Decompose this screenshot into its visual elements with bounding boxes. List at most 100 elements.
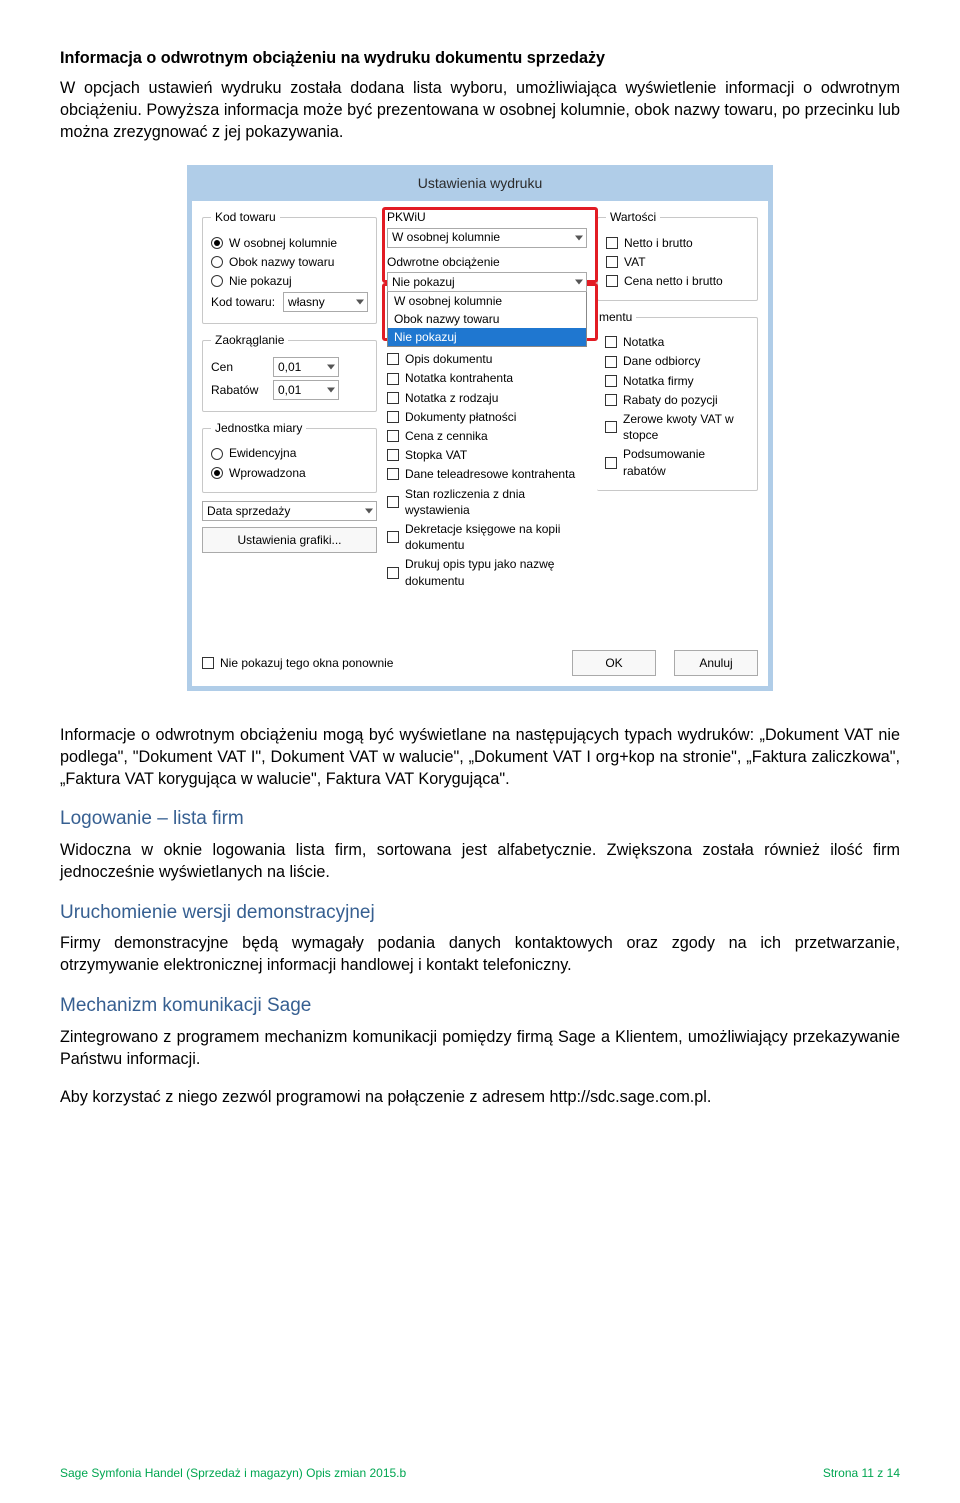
checkbox-icon <box>605 421 617 433</box>
radio-option[interactable]: Ewidencyjna <box>211 445 368 461</box>
checkbox-option[interactable]: Netto i brutto <box>606 235 749 251</box>
checkbox-option[interactable]: Stan rozliczenia z dnia wystawienia <box>387 486 587 518</box>
checkbox-option[interactable]: Podsumowanie rabatów <box>605 446 749 478</box>
checkbox-label: Notatka z rodzaju <box>405 390 498 406</box>
radio-icon <box>211 448 223 460</box>
radio-label: W osobnej kolumnie <box>229 235 337 251</box>
heading: Mechanizm komunikacji Sage <box>60 993 900 1019</box>
label: PKWiU <box>387 209 587 225</box>
checkbox-label: Podsumowanie rabatów <box>623 446 749 478</box>
odwrotne-obciazenie-select[interactable]: Nie pokazuj <box>387 272 587 292</box>
checkbox-label: Netto i brutto <box>624 235 693 251</box>
fieldset-partial: mentu Notatka Dane odbiorcy Notatka firm… <box>597 309 758 491</box>
checkbox-icon <box>387 411 399 423</box>
checkbox-option[interactable]: Dane odbiorcy <box>605 353 749 369</box>
checkbox-label: Stopka VAT <box>405 447 467 463</box>
checkbox-option[interactable]: Cena netto i brutto <box>606 273 749 289</box>
checkbox-icon <box>606 237 618 249</box>
radio-label: Nie pokazuj <box>229 273 292 289</box>
page-footer: Sage Symfonia Handel (Sprzedaż i magazyn… <box>60 1465 900 1481</box>
select-value: W osobnej kolumnie <box>392 229 500 245</box>
checkbox-option[interactable]: VAT <box>606 254 749 270</box>
chevron-down-icon <box>327 388 335 393</box>
checkbox-label: Dane odbiorcy <box>623 353 700 369</box>
checkbox-label: Opis dokumentu <box>405 351 492 367</box>
radio-option[interactable]: Obok nazwy towaru <box>211 254 368 270</box>
paragraph: Firmy demonstracyjne będą wymagały podan… <box>60 933 900 977</box>
checkbox-option[interactable]: Opis dokumentu <box>387 351 587 367</box>
heading: Uruchomienie wersji demonstracyjnej <box>60 900 900 926</box>
footer-right: Strona 11 z 14 <box>823 1465 900 1481</box>
legend: Wartości <box>606 209 660 225</box>
checkbox-icon <box>387 496 399 508</box>
checkbox-icon <box>605 457 617 469</box>
checkbox-icon <box>387 373 399 385</box>
checkbox-option[interactable]: Notatka <box>605 334 749 350</box>
kod-towaru-select[interactable]: własny <box>283 292 368 312</box>
checkbox-icon <box>605 394 617 406</box>
checkbox-option[interactable]: Notatka kontrahenta <box>387 370 587 386</box>
checkbox-option[interactable]: Dane teleadresowe kontrahenta <box>387 466 587 482</box>
radio-icon <box>211 467 223 479</box>
select-value: 0,01 <box>278 382 301 398</box>
checkbox-icon <box>605 336 617 348</box>
checkbox-option[interactable]: Rabaty do pozycji <box>605 392 749 408</box>
checkbox-option[interactable]: Drukuj opis typu jako nazwę dokumentu <box>387 556 587 588</box>
checkbox-icon <box>202 657 214 669</box>
paragraph: Zintegrowano z programem mechanizm komun… <box>60 1027 900 1071</box>
dropdown-list[interactable]: W osobnej kolumnie Obok nazwy towaru Nie… <box>387 291 587 348</box>
dropdown-option[interactable]: Nie pokazuj <box>388 328 586 346</box>
label: Cen <box>211 359 265 375</box>
radio-icon <box>211 256 223 268</box>
checkbox-label: Drukuj opis typu jako nazwę dokumentu <box>405 556 587 588</box>
checkbox-icon <box>605 356 617 368</box>
radio-option[interactable]: W osobnej kolumnie <box>211 235 368 251</box>
chevron-down-icon <box>356 300 364 305</box>
checkbox-icon <box>387 430 399 442</box>
pkwiu-select[interactable]: W osobnej kolumnie <box>387 228 587 248</box>
fieldset-jednostka: Jednostka miary Ewidencyjna Wprowadzona <box>202 420 377 493</box>
radio-label: Ewidencyjna <box>229 445 296 461</box>
checkbox-option[interactable]: Nie pokazuj tego okna ponownie <box>202 655 393 671</box>
fieldset-zaokraglanie: Zaokrąglanie Cen0,01 Rabatów0,01 <box>202 332 377 412</box>
radio-option[interactable]: Nie pokazuj <box>211 273 368 289</box>
select-value: Data sprzedaży <box>207 503 290 519</box>
footer-left: Sage Symfonia Handel (Sprzedaż i magazyn… <box>60 1465 406 1481</box>
cen-select[interactable]: 0,01 <box>273 357 339 377</box>
checkbox-label: Cena z cennika <box>405 428 488 444</box>
checkbox-option[interactable]: Dekretacje księgowe na kopii dokumentu <box>387 521 587 553</box>
fieldset-kod-towaru: Kod towaru W osobnej kolumnie Obok nazwy… <box>202 209 377 324</box>
checkbox-icon <box>606 275 618 287</box>
chevron-down-icon <box>575 279 583 284</box>
checkbox-option[interactable]: Dokumenty płatności <box>387 409 587 425</box>
checkbox-option[interactable]: Notatka z rodzaju <box>387 390 587 406</box>
checkbox-option[interactable]: Stopka VAT <box>387 447 587 463</box>
select-value: Nie pokazuj <box>392 274 455 290</box>
paragraph: W opcjach ustawień wydruku została dodan… <box>60 78 900 144</box>
cancel-button[interactable]: Anuluj <box>674 650 758 676</box>
dropdown-option[interactable]: Obok nazwy towaru <box>388 310 586 328</box>
checkbox-option[interactable]: Zerowe kwoty VAT w stopce <box>605 411 749 443</box>
legend: mentu <box>595 309 636 325</box>
ok-button[interactable]: OK <box>572 650 656 676</box>
fieldset-wartosci: Wartości Netto i brutto VAT Cena netto i… <box>597 209 758 301</box>
ustawienia-grafiki-button[interactable]: Ustawienia grafiki... <box>202 527 377 553</box>
checkbox-label: Rabaty do pozycji <box>623 392 718 408</box>
checkbox-icon <box>387 567 399 579</box>
checkbox-option[interactable]: Notatka firmy <box>605 373 749 389</box>
data-sprzedazy-select[interactable]: Data sprzedaży <box>202 501 377 521</box>
paragraph: Informacje o odwrotnym obciążeniu mogą b… <box>60 725 900 791</box>
rabatow-select[interactable]: 0,01 <box>273 380 339 400</box>
checkbox-option[interactable]: Cena z cennika <box>387 428 587 444</box>
checkbox-label: Notatka kontrahenta <box>405 370 513 386</box>
checkbox-icon <box>387 531 399 543</box>
select-value: 0,01 <box>278 359 301 375</box>
chevron-down-icon <box>575 235 583 240</box>
dropdown-option[interactable]: W osobnej kolumnie <box>388 292 586 310</box>
checkbox-icon <box>387 468 399 480</box>
checkbox-icon <box>605 375 617 387</box>
checkbox-icon <box>606 256 618 268</box>
legend: Zaokrąglanie <box>211 332 288 348</box>
checkbox-label: Dekretacje księgowe na kopii dokumentu <box>405 521 587 553</box>
radio-option[interactable]: Wprowadzona <box>211 465 368 481</box>
